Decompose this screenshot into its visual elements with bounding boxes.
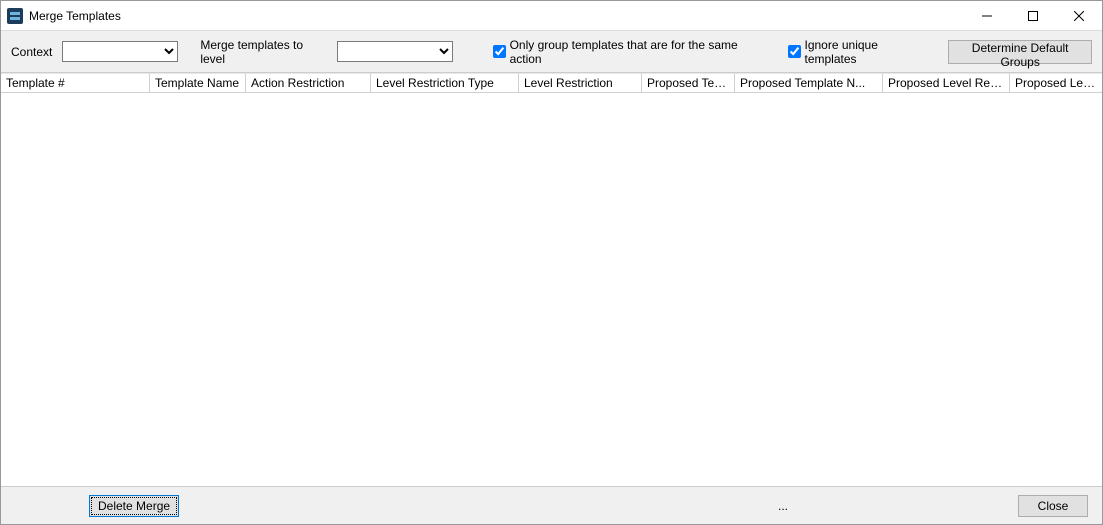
table-body[interactable] <box>1 93 1102 486</box>
app-icon <box>7 8 23 24</box>
merge-level-label: Merge templates to level <box>200 38 326 66</box>
maximize-button[interactable] <box>1010 1 1056 31</box>
col-level-restriction-type[interactable]: Level Restriction Type <box>371 73 519 92</box>
col-proposed-template-number[interactable]: Proposed Template # <box>642 73 735 92</box>
merge-templates-window: Merge Templates Context Merge templates … <box>0 0 1103 525</box>
window-title: Merge Templates <box>29 9 121 23</box>
table-header: Template # Template Name Action Restrict… <box>1 73 1102 93</box>
col-proposed-level-restriction[interactable]: Proposed Level Restri... <box>1010 73 1102 92</box>
table-area: Template # Template Name Action Restrict… <box>1 73 1102 486</box>
minimize-button[interactable] <box>964 1 1010 31</box>
col-template-number[interactable]: Template # <box>1 73 150 92</box>
ellipsis-label: ... <box>778 499 788 513</box>
titlebar: Merge Templates <box>1 1 1102 31</box>
only-same-action-checkbox[interactable] <box>493 45 506 58</box>
col-template-name[interactable]: Template Name <box>150 73 246 92</box>
delete-merge-button[interactable]: Delete Merge <box>89 495 179 517</box>
col-action-restriction[interactable]: Action Restriction <box>246 73 371 92</box>
toolbar: Context Merge templates to level Only gr… <box>1 31 1102 73</box>
footer: Delete Merge ... Close <box>1 486 1102 524</box>
context-label: Context <box>11 45 52 59</box>
merge-level-select[interactable] <box>337 41 453 62</box>
close-button[interactable]: Close <box>1018 495 1088 517</box>
close-window-button[interactable] <box>1056 1 1102 31</box>
col-proposed-level-restriction-type[interactable]: Proposed Level Restri... <box>883 73 1010 92</box>
ignore-unique-checkbox[interactable] <box>788 45 801 58</box>
col-proposed-template-name[interactable]: Proposed Template N... <box>735 73 883 92</box>
ignore-unique-label: Ignore unique templates <box>805 38 929 66</box>
context-select[interactable] <box>62 41 178 62</box>
only-same-action-label: Only group templates that are for the sa… <box>510 38 764 66</box>
determine-default-groups-button[interactable]: Determine Default Groups <box>948 40 1092 64</box>
col-level-restriction[interactable]: Level Restriction <box>519 73 642 92</box>
